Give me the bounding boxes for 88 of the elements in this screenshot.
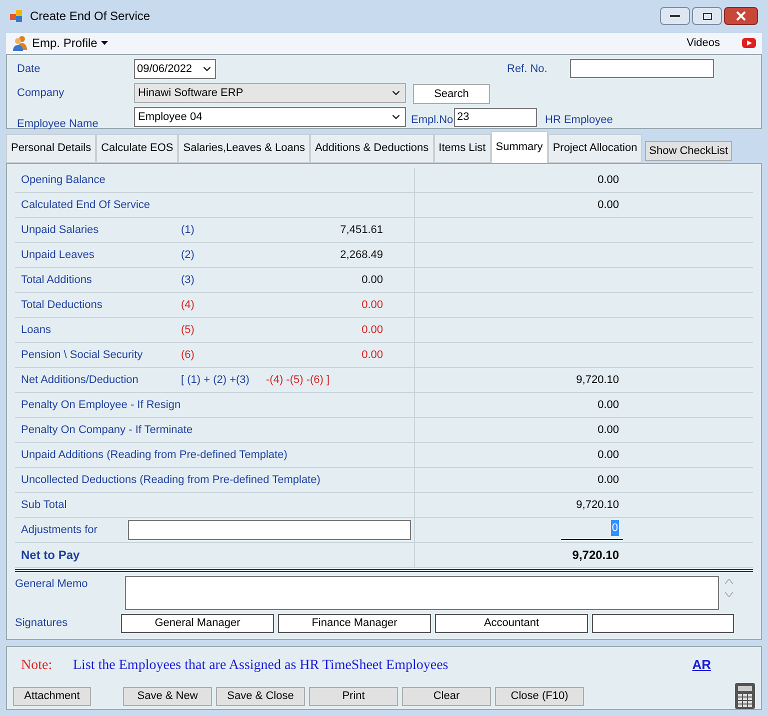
people-icon — [12, 35, 28, 52]
employee-name-label: Employee Name — [17, 116, 98, 132]
row-label: Pension \ Social Security — [21, 348, 143, 363]
general-memo-field[interactable] — [125, 576, 719, 610]
maximize-button[interactable] — [692, 7, 722, 26]
reference-number: (5) — [181, 322, 196, 338]
action-button[interactable]: Clear — [402, 686, 491, 706]
total-value: 0.00 — [598, 198, 619, 213]
tab[interactable]: Summary — [490, 131, 548, 164]
reference-number: (3) — [181, 272, 196, 288]
row-label: Net Additions/Deduction — [21, 372, 138, 388]
total-value: 0.00 — [598, 422, 619, 438]
general-memo-label: General Memo — [15, 577, 89, 592]
row-label: Total Additions — [21, 272, 92, 288]
tab[interactable]: Calculate EOS — [96, 134, 178, 164]
minimize-button[interactable] — [660, 7, 690, 26]
search-button[interactable]: Search — [413, 84, 490, 104]
row-label: Unpaid Additions (Reading from Pre-defined Template) — [21, 448, 288, 463]
app-icon — [10, 9, 24, 24]
empl-no-field[interactable]: 23 — [454, 108, 537, 127]
tab[interactable]: Salaries,Leaves & Loans — [178, 134, 310, 164]
formula-text: [ (1) + (2) +(3) — [181, 372, 250, 388]
show-checklist-button[interactable]: Show CheckList — [645, 141, 732, 162]
window-title: Create End Of Service — [30, 8, 150, 26]
close-button[interactable] — [724, 7, 758, 26]
action-button[interactable]: Save & New — [123, 686, 212, 706]
signatures-label: Signatures — [15, 616, 69, 632]
action-button[interactable]: Print — [309, 686, 398, 706]
profile-menu[interactable]: Emp. Profile — [32, 34, 108, 52]
signature-field[interactable] — [592, 614, 734, 634]
row-label: Unpaid Leaves — [21, 248, 94, 263]
row-label: Adjustments for — [21, 522, 98, 538]
amount-value: 0.00 — [360, 272, 383, 288]
reference-number: (4) — [181, 298, 196, 313]
note-label: Note: — [21, 656, 54, 675]
signature-field[interactable]: General Manager — [121, 614, 274, 634]
adjustment-field[interactable] — [128, 520, 411, 540]
row-label: Total Deductions — [21, 298, 102, 313]
amount-value: 0.00 — [360, 322, 383, 338]
reference-number: (2) — [181, 248, 196, 263]
row-label: Penalty On Employee - If Resign — [21, 398, 181, 413]
action-button[interactable]: Save & Close — [216, 686, 305, 706]
dropdown-arrow-icon — [101, 41, 108, 46]
videos-link[interactable]: Videos — [686, 35, 720, 52]
row-label: Opening Balance — [21, 172, 106, 188]
ref-no-field[interactable] — [570, 58, 714, 78]
amount-value: 0.00 — [360, 348, 383, 363]
signature-field[interactable]: Accountant — [435, 614, 588, 634]
row-label: Uncollected Deductions (Reading from Pre-defined Template) — [21, 472, 320, 488]
empl-no-label: Empl.No — [411, 112, 454, 128]
total-value: 0.00 — [598, 448, 619, 463]
row-label: Net to Pay — [21, 547, 80, 564]
amount-value: 2,268.49 — [339, 248, 383, 263]
date-label: Date — [17, 62, 42, 77]
total-value: 0.00 — [598, 472, 619, 488]
ar-link[interactable]: AR — [692, 655, 711, 675]
company-label: Company — [17, 86, 66, 102]
note-text: List the Employees that are Assigned as HR TimeSheet Employees — [73, 656, 448, 675]
total-value: 9,720.10 — [572, 547, 619, 564]
video-play-icon[interactable] — [742, 38, 756, 48]
hr-employee-link[interactable]: HR Employee — [545, 112, 613, 128]
row-label: Unpaid Salaries — [21, 222, 99, 238]
total-value: 9,720.10 — [576, 498, 619, 513]
row-label: Loans — [21, 322, 51, 338]
calculator-icon[interactable] — [735, 683, 755, 710]
total-value: 0.00 — [598, 172, 619, 188]
tab[interactable]: Personal Details — [6, 134, 96, 164]
total-value: 0.00 — [598, 398, 619, 413]
row-label: Penalty On Company - If Terminate — [21, 422, 193, 438]
company-dropdown[interactable]: Hinawi Software ERP — [134, 82, 406, 103]
formula-text: -(4) -(5) -(6) ] — [266, 372, 330, 388]
tab[interactable]: Items List — [434, 134, 491, 164]
close-icon — [736, 11, 746, 22]
signature-field[interactable]: Finance Manager — [278, 614, 431, 634]
total-value: 9,720.10 — [576, 372, 619, 388]
row-label: Sub Total — [21, 498, 67, 513]
employee-dropdown[interactable]: Employee 04 — [134, 106, 406, 127]
attachment-button[interactable]: Attachment — [13, 686, 91, 706]
date-field[interactable]: 09/06/2022 — [134, 58, 216, 79]
amount-value: 7,451.61 — [339, 222, 383, 238]
reference-number: (6) — [181, 348, 196, 363]
amount-value: 0.00 — [360, 298, 383, 313]
tab[interactable]: Project Allocation — [548, 134, 642, 164]
row-label: Calculated End Of Service — [21, 198, 150, 213]
ref-no-label: Ref. No. — [507, 62, 548, 77]
reference-number: (1) — [181, 222, 196, 238]
tab[interactable]: Additions & Deductions — [310, 134, 434, 164]
action-button[interactable]: Close (F10) — [495, 686, 584, 706]
